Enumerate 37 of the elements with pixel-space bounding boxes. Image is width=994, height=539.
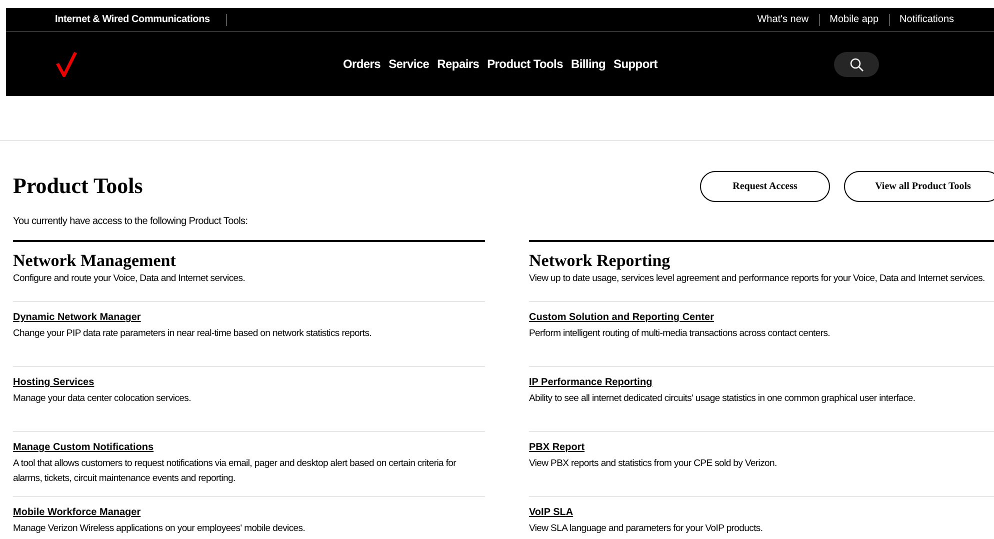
nav-link[interactable]: Billing [570,57,606,71]
tool-link[interactable]: PBX Report [529,441,585,455]
nav-link[interactable]: Repairs [437,57,480,71]
nav-link[interactable]: Support [614,57,658,71]
subtitle-text: You currently have access to the following Product Tools: [13,216,249,227]
section-title: Network Management [13,251,177,271]
tool-description: Manage Verizon Wireless applications on your employees' mobile devices. [13,522,306,536]
nav-link[interactable]: Orders [343,57,381,71]
check-logo-icon[interactable] [55,51,77,77]
tool-link[interactable]: Mobile Workforce Manager [13,506,141,520]
brand-text: Internet & Wired Communications [55,14,210,25]
section-description: Configure and route your Voice, Data and Internet services. [13,272,246,286]
tool-link[interactable]: VoIP SLA [529,506,574,520]
tool-description: View SLA language and parameters for your VoIP products. [529,522,764,536]
outline-button[interactable]: View all Product Tools [844,170,994,202]
tool-description: Manage your data center colocation services. [13,392,192,406]
tool-description: View PBX reports and statistics from your CPE sold by Verizon. [529,457,778,471]
top-link[interactable]: What's new [757,14,809,25]
top-link[interactable]: Notifications [900,14,954,25]
tool-description: Perform intelligent routing of multi-media transactions across contact centers. [529,327,832,341]
outline-button[interactable]: Request Access [700,170,830,202]
tool-link[interactable]: Dynamic Network Manager [13,311,141,325]
nav-link[interactable]: Product Tools [487,57,563,71]
tool-description: A tool that allows customers to request notifications via email, pager and desktop alert based on certain criteria for alarms, tickets, circuit maintenance events and reporting. [13,457,458,486]
nav-link[interactable]: Service [388,57,430,71]
tool-link[interactable]: IP Performance Reporting [529,376,652,390]
search-icon [850,58,864,72]
tool-description: Ability to see all internet dedicated circuits' usage statistics in one common graphical user interface. [529,392,916,406]
section-title: Network Reporting [529,251,672,271]
top-link[interactable]: Mobile app [830,14,879,25]
section-description: View up to date usage, services level agreement and performance reports for your Voice, Data and Internet services. [529,272,986,286]
tool-link[interactable]: Manage Custom Notifications [13,441,154,455]
tool-description: Change your PIP data rate parameters in near real-time based on network statistics reports. [13,327,373,341]
tool-link[interactable]: Custom Solution and Reporting Center [529,311,714,325]
tool-link[interactable]: Hosting Services [13,376,94,390]
search-button[interactable] [834,52,879,77]
page-title: Product Tools [13,173,143,199]
